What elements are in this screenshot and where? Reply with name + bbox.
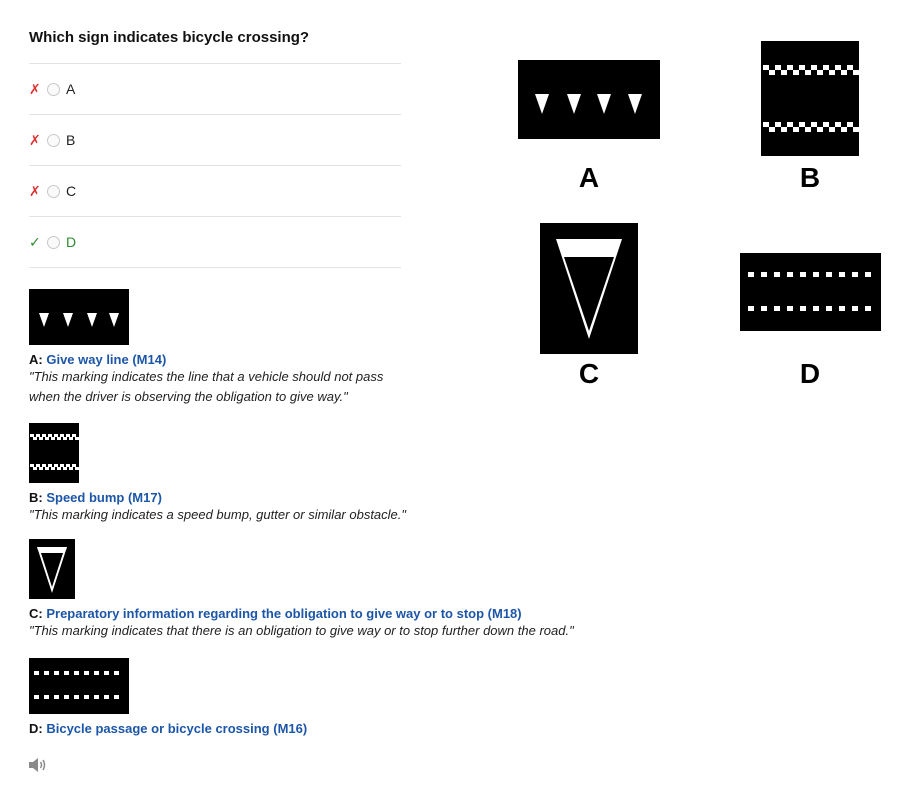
correct-mark-icon: ✓ (29, 233, 41, 250)
explanation-letter: B: (29, 490, 43, 505)
explanation-quote-b: "This marking indicates a speed bump, gu… (29, 507, 407, 522)
option-c[interactable]: ✗ C (29, 165, 401, 216)
option-d[interactable]: ✓ D (29, 216, 401, 268)
large-sign-a-label: A (578, 162, 600, 193)
large-sign-d-image (740, 253, 881, 331)
explanation-d: D: Bicycle passage or bicycle crossing (… (29, 658, 307, 736)
large-sign-a-image (518, 60, 660, 139)
option-label-b: B (66, 132, 76, 148)
explanation-quote-a: "This marking indicates the line that a … (29, 367, 429, 407)
inverted-triangle-sign-icon (29, 539, 75, 599)
explanation-link-a[interactable]: Give way line (M14) (46, 352, 166, 367)
explanation-quote-c: "This marking indicates that there is an… (29, 623, 574, 638)
option-a[interactable]: ✗ A (29, 63, 401, 114)
explanation-c: C: Preparatory information regarding the… (29, 539, 629, 641)
speed-bump-checker-sign-icon (29, 423, 79, 483)
explanation-letter: A: (29, 352, 43, 367)
wrong-mark-icon: ✗ (29, 182, 41, 199)
explanation-link-b[interactable]: Speed bump (M17) (46, 490, 162, 505)
large-sign-c-label: C (578, 358, 600, 389)
large-sign-b-label: B (799, 162, 821, 193)
explanation-link-d[interactable]: Bicycle passage or bicycle crossing (M16… (46, 721, 307, 736)
wrong-mark-icon: ✗ (29, 80, 41, 97)
quote-line: "This marking indicates the line that a … (29, 369, 384, 384)
explanation-link-c[interactable]: Preparatory information regarding the ob… (46, 606, 521, 621)
option-label-c: C (66, 183, 77, 199)
option-label-a: A (66, 81, 76, 97)
option-label-d: D (66, 234, 77, 250)
radio-button-a[interactable] (47, 82, 60, 96)
explanation-letter: C: (29, 606, 43, 621)
radio-button-c[interactable] (47, 184, 60, 198)
radio-button-b[interactable] (47, 133, 60, 147)
bicycle-crossing-squares-sign-icon (29, 658, 129, 714)
radio-button-d[interactable] (47, 235, 60, 249)
speaker-icon[interactable] (28, 757, 48, 773)
question-text: Which sign indicates bicycle crossing? (29, 29, 310, 46)
option-b[interactable]: ✗ B (29, 114, 401, 165)
wrong-mark-icon: ✗ (29, 131, 41, 148)
large-sign-d-label: D (799, 358, 821, 389)
quote-line: when the driver is observing the obligat… (29, 389, 348, 404)
give-way-triangles-sign-icon (29, 289, 129, 345)
answer-options: ✗ A ✗ B ✗ C ✓ D (29, 63, 401, 268)
explanation-b: B: Speed bump (M17) "This marking indica… (29, 423, 629, 525)
explanation-letter: D: (29, 721, 43, 736)
large-sign-b-image (761, 41, 859, 156)
explanation-a: A: Give way line (M14) "This marking ind… (29, 289, 429, 407)
large-sign-c-image (540, 223, 638, 354)
